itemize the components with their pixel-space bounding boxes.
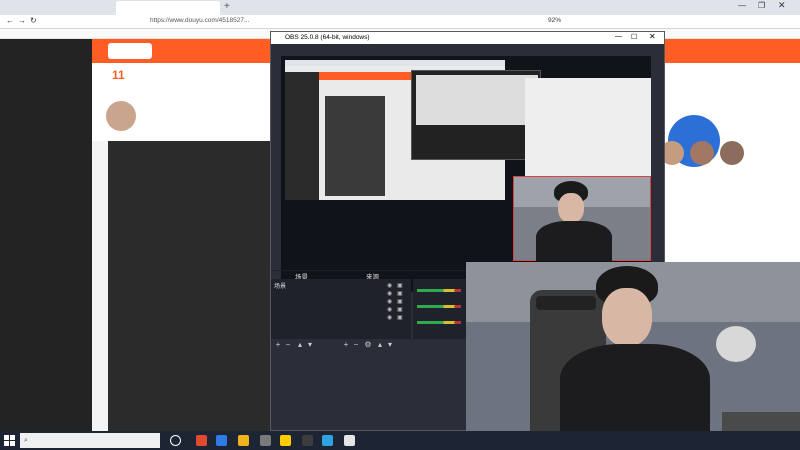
lock-icon[interactable]: ▣: [397, 298, 403, 305]
obs-close-icon[interactable]: ✕: [649, 32, 656, 41]
lock-icon[interactable]: ▣: [397, 306, 403, 313]
room-header: 11: [92, 63, 270, 141]
big-number: 11: [112, 68, 125, 82]
app-icon[interactable]: [260, 435, 271, 446]
windows-start-icon[interactable]: [4, 435, 15, 446]
app-icon[interactable]: [216, 435, 227, 446]
obs-menu-bar: [271, 44, 664, 54]
windows-taskbar: ⌕: [0, 431, 800, 450]
app-icon[interactable]: [302, 435, 313, 446]
streamer-avatar[interactable]: [106, 101, 136, 131]
add-source-button[interactable]: +: [342, 341, 350, 349]
left-sidebar: [0, 39, 92, 431]
stream-video-area[interactable]: [108, 141, 270, 431]
webcam-feed: [466, 262, 800, 431]
move-up-icon[interactable]: ▴: [376, 341, 384, 349]
audio-meter: [417, 305, 461, 308]
obs-title-bar: OBS 25.0.8 (64-bit, windows) — ☐ ✕: [271, 32, 664, 44]
browser-tab-active[interactable]: [116, 1, 220, 15]
eye-icon[interactable]: ◉: [387, 298, 392, 305]
obs-dock-toolbar: + − ▴ ▾ + − ⚙ ▴ ▾: [271, 340, 411, 350]
minimize-icon[interactable]: —: [738, 1, 746, 10]
move-down-icon[interactable]: ▾: [386, 341, 394, 349]
gear-icon[interactable]: ⚙: [364, 341, 372, 349]
close-icon[interactable]: ✕: [778, 0, 786, 11]
right-panel: [648, 63, 800, 263]
task-view-icon[interactable]: [170, 435, 181, 446]
app-icon[interactable]: [238, 435, 249, 446]
back-icon[interactable]: ←: [6, 16, 14, 25]
douyu-logo[interactable]: [108, 43, 152, 59]
scenes-list: 场景: [271, 279, 339, 339]
preview-nested-obs: [411, 70, 541, 160]
preview-right-panel: [525, 78, 651, 182]
avatar[interactable]: [720, 141, 744, 165]
remove-source-button[interactable]: −: [352, 341, 360, 349]
forward-icon[interactable]: →: [18, 16, 26, 25]
app-icon[interactable]: [196, 435, 207, 446]
audio-mixer: [413, 279, 467, 339]
browser-tab-bar: + — ❐ ✕: [0, 0, 800, 15]
search-icon: ⌕: [24, 437, 28, 444]
eye-icon[interactable]: ◉: [387, 306, 392, 313]
browser-tab-1[interactable]: [22, 1, 112, 15]
remove-scene-button[interactable]: −: [284, 341, 292, 349]
app-icon[interactable]: [322, 435, 333, 446]
scene-item[interactable]: 场景: [274, 281, 286, 290]
maximize-icon[interactable]: ❐: [758, 1, 765, 10]
obs-minimize-icon[interactable]: —: [615, 33, 622, 40]
lock-icon[interactable]: ▣: [397, 290, 403, 297]
source-visibility-column: ◉ ▣ ◉ ▣ ◉ ▣ ◉ ▣ ◉ ▣: [385, 282, 409, 338]
new-tab-icon[interactable]: +: [224, 1, 230, 12]
zoom-level[interactable]: 92%: [548, 17, 561, 24]
url-field[interactable]: https://www.douyu.com/4518527...: [150, 17, 530, 27]
taskbar-search-input[interactable]: [20, 433, 160, 448]
eye-icon[interactable]: ◉: [387, 282, 392, 289]
obs-title: OBS 25.0.8 (64-bit, windows): [285, 34, 370, 41]
avatar[interactable]: [690, 141, 714, 165]
eye-icon[interactable]: ◉: [387, 314, 392, 321]
refresh-icon[interactable]: ↻: [30, 16, 37, 25]
move-down-icon[interactable]: ▾: [306, 341, 314, 349]
audio-meter: [417, 321, 461, 324]
audio-meter: [417, 289, 461, 292]
webcam-overlay-small: [513, 176, 651, 261]
move-up-icon[interactable]: ▴: [296, 341, 304, 349]
eye-icon[interactable]: ◉: [387, 290, 392, 297]
lock-icon[interactable]: ▣: [397, 282, 403, 289]
obs-maximize-icon[interactable]: ☐: [631, 33, 637, 41]
add-scene-button[interactable]: +: [274, 341, 282, 349]
app-icon[interactable]: [280, 435, 291, 446]
address-bar: ← → ↻ https://www.douyu.com/4518527... 9…: [0, 15, 800, 29]
app-icon[interactable]: [344, 435, 355, 446]
lock-icon[interactable]: ▣: [397, 314, 403, 321]
